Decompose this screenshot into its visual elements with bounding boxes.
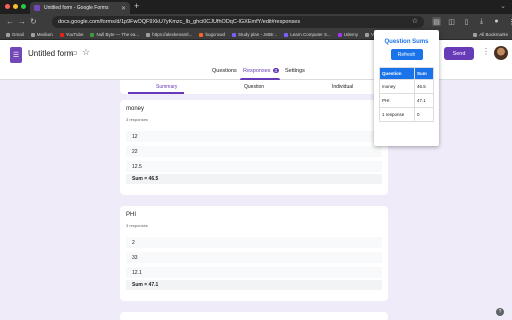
question-cell: money (378, 79, 416, 94)
tab-settings[interactable]: Settings (285, 68, 305, 74)
url-text: docs.google.com/forms/d/1p9FwOQF9XkU7yKm… (58, 19, 301, 25)
popup-title: Question Sums (384, 39, 429, 45)
browser-tab[interactable]: Untitled form - Google Forms ✕ (30, 2, 130, 14)
help-icon[interactable]: ? (496, 308, 504, 316)
medium-icon (30, 32, 35, 37)
folder-icon (473, 32, 478, 37)
reload-icon[interactable]: ↻ (30, 17, 37, 26)
question-card-money: money 3 responses 12 22 12.5 Sum = 46.5 (120, 100, 388, 195)
sum-row: Sum = 47.1 (126, 280, 382, 290)
tab-search-icon[interactable]: ⌄ (500, 2, 506, 10)
window-controls (5, 4, 26, 9)
globe-icon (146, 32, 151, 37)
table-row: 1 response 0 (378, 107, 434, 122)
response-item: 33 (126, 252, 382, 263)
bookmark-item[interactable]: https://alexkenan/t... (146, 32, 192, 37)
more-options-icon[interactable]: ⋮ (482, 47, 490, 56)
star-icon[interactable]: ☆ (82, 47, 90, 58)
minimize-window-button[interactable] (13, 4, 18, 9)
question-cell: 1 response (378, 107, 416, 122)
forward-icon[interactable]: → (18, 17, 26, 26)
globe-icon (365, 32, 370, 37)
question-sums-popup: Question Sums Refresh Question Sum money… (374, 30, 439, 146)
maximize-window-button[interactable] (21, 4, 26, 9)
extension-icons: ▤ ◫ ▯ ⤓ ● ⋮ (432, 17, 512, 26)
close-tab-icon[interactable]: ✕ (121, 5, 126, 12)
tab-question[interactable]: Question (244, 84, 264, 90)
question-card-phi: PHI 3 responses 2 33 12.1 Sum = 47.1 (120, 206, 388, 301)
jetbrains-icon (231, 32, 236, 37)
column-header-sum: Sum (414, 67, 434, 80)
bookmark-item[interactable]: YouTube (59, 32, 83, 37)
learn-icon (284, 32, 289, 37)
tab-individual[interactable]: Individual (332, 84, 353, 90)
bookmark-item[interactable]: bugcrowd (199, 32, 225, 37)
udemy-icon (337, 32, 342, 37)
browser-toolbar: ← → ↻ docs.google.com/forms/d/1p9FwOQF9X… (0, 14, 512, 30)
response-count: 3 responses (126, 223, 148, 228)
all-bookmarks[interactable]: All Bookmarks (473, 32, 508, 37)
forms-favicon-icon (34, 5, 40, 11)
response-count: 3 responses (126, 117, 148, 122)
tab-questions[interactable]: Questions (212, 68, 237, 74)
send-button[interactable]: Send (444, 47, 474, 60)
sums-table: Question Sum money 46.5 PHI 47.1 1 respo… (378, 67, 434, 122)
chrome-menu-icon[interactable]: ⋮ (507, 17, 512, 26)
column-header-question: Question (378, 67, 416, 80)
google-forms-logo-icon[interactable]: ☰ (10, 47, 22, 63)
bookmark-item[interactable]: Udemy (337, 32, 358, 37)
responses-count-badge: 3 (272, 68, 280, 73)
browser-tab-strip: Untitled form - Google Forms ✕ + ⌄ (0, 0, 512, 14)
response-view-tabs: Summary Question Individual (120, 80, 388, 94)
active-view-indicator (128, 92, 184, 94)
bookmark-item[interactable]: Study plan - JetBr... (231, 32, 277, 37)
gmail-icon (6, 32, 10, 37)
browser-tab-title: Untitled form - Google Forms (44, 5, 109, 11)
sum-cell: 46.5 (414, 79, 434, 94)
response-item: 12.1 (126, 267, 382, 278)
question-title: PHI (126, 212, 137, 218)
response-item: 2 (126, 237, 382, 248)
tab-summary[interactable]: Summary (156, 84, 177, 90)
youtube-icon (59, 32, 64, 37)
form-title[interactable]: Untitled form (28, 49, 73, 58)
nullbyte-icon (90, 32, 95, 37)
table-row: money 46.5 (378, 79, 434, 94)
response-item: 12 (126, 131, 382, 142)
sum-row: Sum = 46.5 (126, 174, 382, 184)
bookmark-item[interactable]: Gmail (6, 32, 24, 37)
profile-icon[interactable]: ● (492, 17, 501, 26)
extensions-puzzle-icon[interactable]: ◫ (447, 17, 456, 26)
question-card-next (120, 312, 388, 320)
bookmark-star-icon[interactable]: ☆ (412, 17, 418, 25)
refresh-button[interactable]: Refresh (390, 49, 423, 60)
close-window-button[interactable] (5, 4, 10, 9)
address-bar[interactable]: docs.google.com/forms/d/1p9FwOQF9XkU7yKm… (52, 16, 424, 28)
side-panel-icon[interactable]: ▯ (462, 17, 471, 26)
question-title: money (126, 106, 145, 112)
tab-responses[interactable]: Responses 3 (243, 68, 280, 74)
question-sums-extension-icon[interactable]: ▤ (432, 17, 441, 26)
avatar[interactable] (494, 46, 508, 60)
sum-cell: 0 (414, 107, 434, 122)
bookmark-item[interactable]: Learn Computer S... (284, 32, 331, 37)
new-tab-icon[interactable]: + (134, 1, 139, 11)
response-item: 22 (126, 146, 382, 157)
bookmark-item[interactable]: Null Byte — The ea... (90, 32, 139, 37)
bugcrowd-icon (199, 32, 204, 37)
response-item: 12.5 (126, 161, 382, 172)
sum-cell: 47.1 (414, 93, 434, 108)
move-to-folder-icon[interactable]: ▭ (70, 48, 78, 57)
table-row: PHI 47.1 (378, 93, 434, 108)
download-icon[interactable]: ⤓ (477, 17, 486, 26)
back-icon[interactable]: ← (6, 17, 14, 26)
question-cell: PHI (378, 93, 416, 108)
bookmark-item[interactable]: Medium (30, 32, 53, 37)
